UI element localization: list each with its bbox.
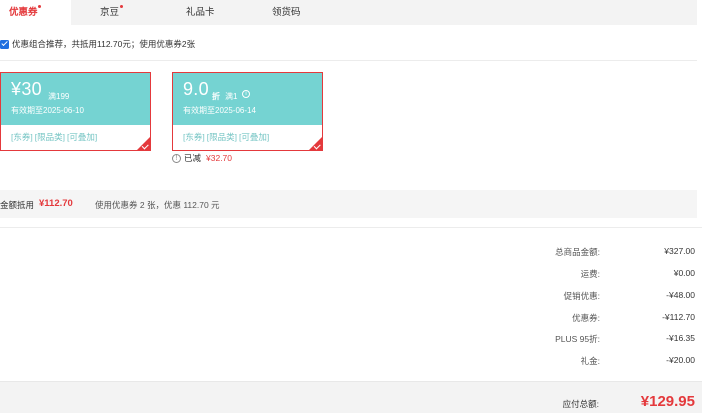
summary-label: 金额抵用 <box>0 200 35 210</box>
coupon-expiry: 有效期至2025-06-14 <box>183 106 256 115</box>
price-label: 礼金: <box>580 356 600 366</box>
coupon-tag: [东券] <box>183 132 205 142</box>
saved-note: ! 已减 ¥32.70 <box>172 152 232 164</box>
summary-desc: 使用优惠券 2 张，优惠 112.70 元 <box>95 200 220 210</box>
price-label: 运费: <box>580 269 600 279</box>
price-label: PLUS 95折: <box>555 334 600 344</box>
coupon-tag: [可叠加] <box>238 132 270 142</box>
coupon-condition: 满1 <box>225 92 238 101</box>
coupon-amount: ¥30 <box>11 79 42 99</box>
tab-gift-card[interactable]: 礼品卡 <box>186 0 215 25</box>
price-row: 运费: ¥0.00 <box>0 268 702 280</box>
price-value: -¥16.35 <box>666 333 695 343</box>
coupon-card[interactable]: ¥30 满199 有效期至2025-06-10 [东券] [限品类] [可叠加] <box>0 72 151 151</box>
total-label: 应付总额: <box>562 399 599 409</box>
tab-label: 优惠券 <box>9 7 38 18</box>
coupon-condition: 满199 <box>48 92 70 101</box>
price-value: -¥20.00 <box>666 355 695 365</box>
price-row: 礼金: -¥20.00 <box>0 355 702 367</box>
total-bar: 应付总额: ¥129.95 <box>0 381 702 413</box>
coupon-tags: [东券] [限品类] [可叠加] <box>183 131 271 143</box>
tab-label: 京豆 <box>100 7 120 18</box>
price-value: -¥112.70 <box>662 312 695 322</box>
info-icon[interactable]: ! <box>172 153 181 163</box>
summary-amount: ¥112.70 <box>39 198 73 209</box>
recommend-checkbox[interactable] <box>0 39 9 49</box>
coupon-header: 9.0 折 满1 i 有效期至2025-06-14 <box>173 73 322 125</box>
saved-label: 已减 <box>184 153 202 163</box>
price-value: -¥48.00 <box>666 290 695 300</box>
coupon-tags: [东券] [限品类] [可叠加] <box>11 131 99 143</box>
saved-amount: ¥32.70 <box>206 153 233 163</box>
tab-coupons[interactable]: 优惠券 <box>0 0 71 25</box>
price-value: ¥327.00 <box>664 246 695 256</box>
price-row: 总商品金额: ¥327.00 <box>0 246 702 258</box>
coupon-unit: 折 <box>212 92 220 101</box>
coupon-tag: [东券] <box>11 132 33 142</box>
coupon-amount: 9.0 <box>183 79 209 99</box>
coupon-tag: [可叠加] <box>66 132 98 142</box>
divider <box>0 60 697 61</box>
discount-summary: 金额抵用 ¥112.70 使用优惠券 2 张，优惠 112.70 元 <box>0 190 697 218</box>
price-label: 总商品金额: <box>555 247 600 257</box>
tab-jingdou[interactable]: 京豆 <box>100 0 123 25</box>
recommend-text: 优惠组合推荐，共抵用112.70元；使用优惠券2张 <box>12 39 196 49</box>
divider <box>0 227 702 228</box>
coupon-expiry: 有效期至2025-06-10 <box>11 106 84 115</box>
tab-label: 礼品卡 <box>186 7 215 18</box>
price-row: PLUS 95折: -¥16.35 <box>0 333 702 345</box>
tab-label: 领货码 <box>272 7 301 18</box>
recommend-combo[interactable]: 优惠组合推荐，共抵用112.70元；使用优惠券2张 <box>0 37 195 51</box>
coupon-tag: [限品类] <box>34 132 65 142</box>
info-icon[interactable]: i <box>242 90 250 98</box>
price-value: ¥0.00 <box>673 268 695 278</box>
price-row: 优惠券: -¥112.70 <box>0 312 702 324</box>
price-label: 促销优惠: <box>563 291 600 301</box>
coupon-card[interactable]: 9.0 折 满1 i 有效期至2025-06-14 [东券] [限品类] [可叠加] <box>172 72 323 151</box>
coupon-tag: [限品类] <box>206 132 237 142</box>
new-dot-icon <box>38 5 41 8</box>
coupon-header: ¥30 满199 有效期至2025-06-10 <box>1 73 150 125</box>
price-label: 优惠券: <box>572 313 600 323</box>
tab-redeem-code[interactable]: 领货码 <box>272 0 301 25</box>
total-value: ¥129.95 <box>640 393 695 410</box>
coupon-tabs: 优惠券 京豆 礼品卡 领货码 <box>0 0 697 25</box>
price-row: 促销优惠: -¥48.00 <box>0 290 702 302</box>
new-dot-icon <box>120 5 123 8</box>
